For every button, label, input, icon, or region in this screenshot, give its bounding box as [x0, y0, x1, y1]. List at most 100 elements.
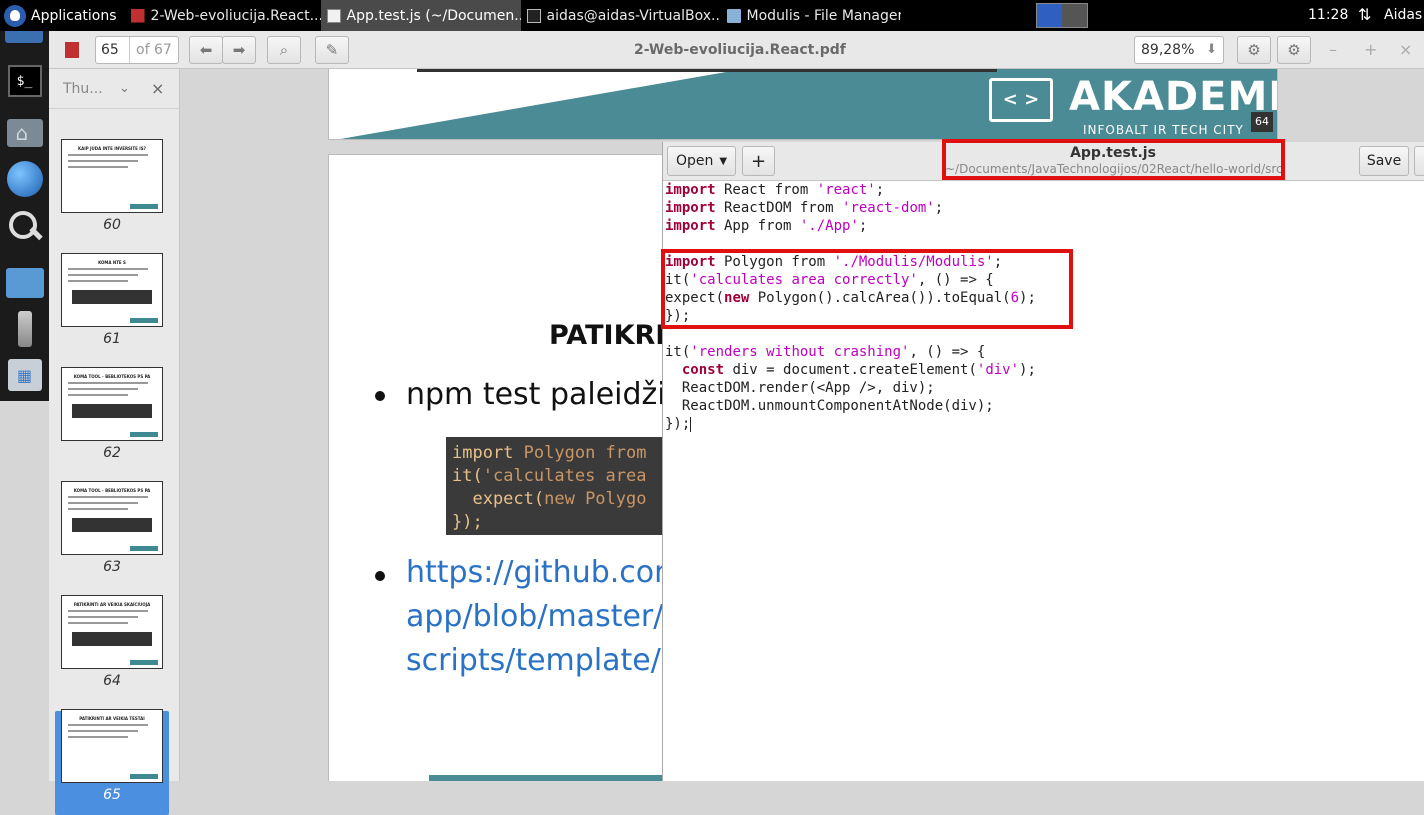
thumbnail-text-line: [68, 382, 148, 384]
dock-app-store[interactable]: ▦: [4, 355, 45, 395]
applications-label: Applications: [31, 7, 117, 24]
thumbnails-sidebar: Thu... ⌄ × KAIP JUDA INTE INVERSITE IS? 6…: [49, 69, 180, 815]
sidebar-mode-select[interactable]: Thu...: [63, 81, 103, 97]
find-button[interactable]: ⌕: [267, 36, 301, 64]
previous-page-button[interactable]: ⬅: [189, 36, 223, 64]
thumbnail-footer-logo: [130, 660, 158, 665]
user-menu[interactable]: Aidas: [1384, 0, 1422, 31]
page-total-label: of 67: [136, 42, 172, 58]
thumbnail-title: KOMA TOOL - BEBLIOTEKOS PS PA: [73, 374, 151, 379]
usb-drive-icon: [17, 311, 32, 347]
dock-search[interactable]: [4, 207, 45, 247]
chevron-down-icon: ▼: [719, 155, 728, 167]
slide-page-number: 64: [1251, 112, 1273, 132]
gear-icon: ⚙: [1287, 41, 1301, 59]
thumbnail-footer-logo: [130, 204, 158, 209]
taskbar-item-label: 2-Web-evoliucija.React....: [150, 7, 321, 24]
thumbnail-text-line: [68, 160, 138, 162]
slide-link-line[interactable]: scripts/template/F: [406, 643, 678, 678]
maximize-button[interactable]: +: [1364, 40, 1377, 59]
thumbnail-text-line: [68, 616, 138, 618]
taskbar-item[interactable]: 2-Web-evoliucija.React....: [125, 0, 321, 31]
network-arrows-icon[interactable]: ⇅: [1358, 7, 1371, 23]
clock[interactable]: 11:28: [1308, 0, 1348, 31]
dock-usb[interactable]: [4, 309, 45, 349]
code-line[interactable]: it('renders without crashing', () => {: [665, 343, 1421, 361]
new-tab-button[interactable]: +: [742, 146, 775, 176]
close-icon[interactable]: ×: [151, 79, 164, 98]
thumbnail-title: KOMA TOOL - BEBLIOTEKOS PS PA: [73, 488, 151, 493]
thumbnail-text-line: [68, 274, 138, 276]
code-editor[interactable]: import React from 'react'; import ReactDO…: [661, 181, 1421, 433]
brand-subtitle: INFOBALT IR TECH CITY: [1083, 123, 1244, 137]
folder-icon: [726, 8, 741, 23]
thumbnail-code-block: [72, 518, 152, 532]
thumbnail-text-line: [68, 154, 148, 156]
page-thumbnail[interactable]: KAIP JUDA INTE INVERSITE IS?: [61, 139, 163, 213]
slide-code-line: it('calculates area: [452, 466, 647, 486]
page-thumbnail[interactable]: PATIKRINTI AR VEIKIA SKAICIUOJA: [61, 595, 163, 669]
home-icon: [6, 119, 43, 147]
page-thumbnail[interactable]: KOMA NTE S: [61, 253, 163, 327]
document-title: 2-Web-evoliucija.React.pdf: [634, 42, 846, 58]
page-current-input[interactable]: 65: [96, 37, 130, 63]
taskbar-item[interactable]: App.test.js (~/Documen...: [320, 0, 521, 31]
workspace-switcher[interactable]: [1036, 3, 1088, 28]
thumbnail-footer-logo: [130, 318, 158, 323]
taskbar: 2-Web-evoliucija.React.... App.test.js (~…: [125, 0, 901, 31]
dock-files[interactable]: [4, 263, 45, 303]
menu-button[interactable]: ⚙: [1277, 36, 1311, 64]
thumbnail-text-line: [68, 610, 148, 612]
thumbnail-code-block: [72, 404, 152, 418]
code-line[interactable]: ReactDOM.render(<App />, div);: [665, 379, 1421, 397]
dock-web-browser[interactable]: [4, 159, 45, 199]
slide-link-line[interactable]: app/blob/master/: [406, 599, 663, 634]
more-menu-button[interactable]: [1414, 146, 1424, 176]
taskbar-item[interactable]: Modulis - File Manager: [721, 0, 901, 31]
code-line[interactable]: });: [665, 415, 1421, 433]
applications-menu-button[interactable]: Applications: [0, 0, 125, 31]
thumbnail-text-line: [68, 730, 138, 732]
slide-code-block: import Polygon from it('calculates area e…: [446, 437, 686, 535]
page-number-field[interactable]: 65 of 67: [95, 36, 179, 64]
code-line[interactable]: import App from './App';: [665, 217, 1421, 235]
thumbnail-text-line: [68, 622, 128, 624]
thumbnail-page-number: 61: [103, 331, 121, 347]
taskbar-item[interactable]: aidas@aidas-VirtualBox...: [521, 0, 721, 31]
editor-header-bar: Open ▼ + App.test.js ~/Documents/JavaTec…: [663, 139, 1424, 181]
settings-button[interactable]: ⚙: [1237, 36, 1271, 64]
thumbnail-text-line: [68, 394, 128, 396]
page-thumbnail[interactable]: KOMA TOOL - BEBLIOTEKOS PS PA: [61, 481, 163, 555]
save-button[interactable]: Save: [1359, 146, 1409, 176]
open-button[interactable]: Open ▼: [667, 146, 736, 176]
thumbnail-text-line: [68, 280, 128, 282]
thumbnail-text-line: [68, 724, 148, 726]
workspace-1[interactable]: [1037, 4, 1062, 27]
dock-home[interactable]: [4, 113, 45, 153]
code-line[interactable]: const div = document.createElement('div'…: [665, 361, 1421, 379]
dock-terminal[interactable]: $_: [4, 61, 45, 101]
zoom-select[interactable]: 89,28% ⬇: [1134, 36, 1224, 64]
slide-code-line: import Polygon from: [452, 443, 647, 463]
page-thumbnail[interactable]: PATIKRINTI AR VEIKIA TESTAI: [61, 709, 163, 783]
next-page-button[interactable]: ➡: [222, 36, 256, 64]
workspace-2[interactable]: [1062, 4, 1087, 27]
minimize-button[interactable]: –: [1329, 40, 1337, 59]
open-label: Open: [675, 153, 714, 169]
dock: $_ ▦: [0, 31, 49, 401]
code-line[interactable]: import React from 'react';: [665, 181, 1421, 199]
code-line[interactable]: ReactDOM.unmountComponentAtNode(div);: [665, 397, 1421, 415]
page-thumbnail[interactable]: KOMA TOOL - BEBLIOTEKOS PS PA: [61, 367, 163, 441]
arrow-left-icon: ⬅: [199, 41, 213, 59]
thumbnail-code-block: [72, 290, 152, 304]
annotate-button[interactable]: ✎: [315, 36, 349, 64]
slide-link-line[interactable]: https://github.con: [406, 555, 673, 590]
xfce-logo-icon: [4, 4, 26, 27]
slide-title: PATIKRI: [549, 320, 666, 351]
chevron-down-icon: ⬇: [1206, 42, 1217, 57]
thumbnail-page-number: 63: [103, 559, 121, 575]
code-line[interactable]: import ReactDOM from 'react-dom';: [665, 199, 1421, 217]
close-button[interactable]: ×: [1399, 40, 1412, 59]
chevron-down-icon[interactable]: ⌄: [119, 81, 130, 96]
thumbnail-text-line: [68, 496, 148, 498]
